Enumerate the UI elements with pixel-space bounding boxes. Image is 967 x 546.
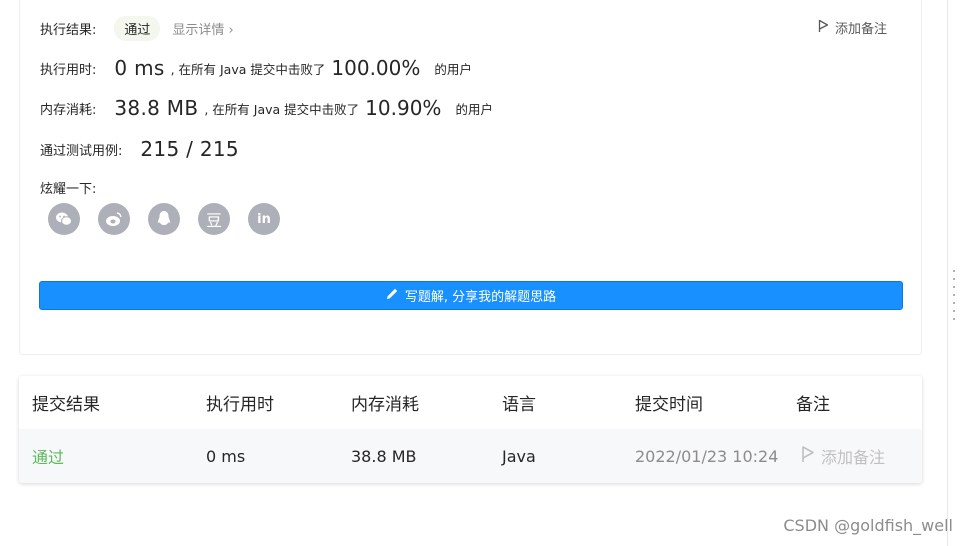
runtime-percent: 100.00% (331, 56, 421, 80)
weibo-icon[interactable] (98, 203, 130, 235)
memory-suffix: 的用户 (455, 101, 493, 117)
result-label: 执行结果: (40, 23, 97, 38)
row-memory: 38.8 MB (351, 446, 417, 466)
header-result: 提交结果 (32, 395, 100, 415)
douban-icon[interactable]: 豆 (198, 203, 230, 235)
table-row: 通过 0 ms 38.8 MB Java 2022/01/23 10:24 添加… (19, 429, 922, 483)
table-header: 提交结果 执行用时 内存消耗 语言 提交时间 备注 (19, 376, 922, 429)
resize-handle[interactable] (953, 270, 957, 326)
flag-icon (818, 19, 835, 37)
share-buttons: 豆 in (48, 203, 298, 235)
memory-value: 38.8 MB (114, 96, 199, 120)
row-language: Java (502, 446, 536, 466)
flag-icon (801, 445, 821, 467)
memory-percent: 10.90% (365, 96, 442, 120)
watermark: CSDN @goldfish_well (783, 516, 953, 535)
runtime-mid-text: , 在所有 Java 提交中击败了 (170, 61, 326, 77)
memory-label: 内存消耗: (40, 102, 97, 118)
show-details-link[interactable]: 显示详情 › (172, 19, 233, 38)
douban-glyph: 豆 (205, 211, 222, 230)
testcases-value: 215 / 215 (140, 137, 239, 161)
qq-icon[interactable] (148, 203, 180, 235)
row-add-note-button[interactable]: 添加备注 (801, 429, 885, 483)
write-solution-label: 写题解, 分享我的解题思路 (404, 290, 557, 305)
header-note: 备注 (796, 395, 830, 415)
submission-result-card: 执行结果: 通过 显示详情 › 添加备注 执行用时: 0 ms , 在所有 Ja… (19, 0, 922, 355)
row-result-link[interactable]: 通过 (32, 429, 64, 483)
share-row-label: 炫耀一下: (40, 178, 96, 197)
share-label: 炫耀一下: (40, 182, 97, 197)
submissions-table: 提交结果 执行用时 内存消耗 语言 提交时间 备注 通过 0 ms 38.8 M… (19, 376, 922, 483)
linkedin-glyph: in (257, 211, 271, 227)
status-badge: 通过 (114, 16, 161, 41)
memory-row: 内存消耗: 38.8 MB , 在所有 Java 提交中击败了 10.90% 的… (40, 96, 493, 120)
testcases-row: 通过测试用例: 215 / 215 (40, 137, 239, 161)
runtime-row: 执行用时: 0 ms , 在所有 Java 提交中击败了 100.00% 的用户 (40, 56, 472, 80)
row-time: 2022/01/23 10:24 (635, 446, 779, 466)
wechat-icon[interactable] (48, 203, 80, 235)
runtime-label: 执行用时: (40, 62, 97, 78)
page-divider (947, 0, 948, 546)
header-runtime: 执行用时 (206, 395, 274, 415)
runtime-suffix: 的用户 (434, 61, 472, 77)
write-solution-button[interactable]: 写题解, 分享我的解题思路 (39, 281, 903, 310)
add-note-label: 添加备注 (834, 22, 887, 37)
testcases-label: 通过测试用例: (40, 143, 123, 159)
runtime-value: 0 ms (114, 56, 165, 80)
header-memory: 内存消耗 (351, 395, 419, 415)
linkedin-icon[interactable]: in (248, 203, 280, 235)
header-language: 语言 (502, 395, 536, 415)
pencil-icon (386, 287, 405, 304)
row-add-note-label: 添加备注 (821, 448, 886, 467)
result-row: 执行结果: 通过 显示详情 › (40, 16, 234, 41)
header-time: 提交时间 (635, 395, 703, 415)
add-note-button[interactable]: 添加备注 (818, 18, 887, 37)
row-runtime: 0 ms (206, 446, 246, 466)
memory-mid-text: , 在所有 Java 提交中击败了 (204, 101, 360, 117)
